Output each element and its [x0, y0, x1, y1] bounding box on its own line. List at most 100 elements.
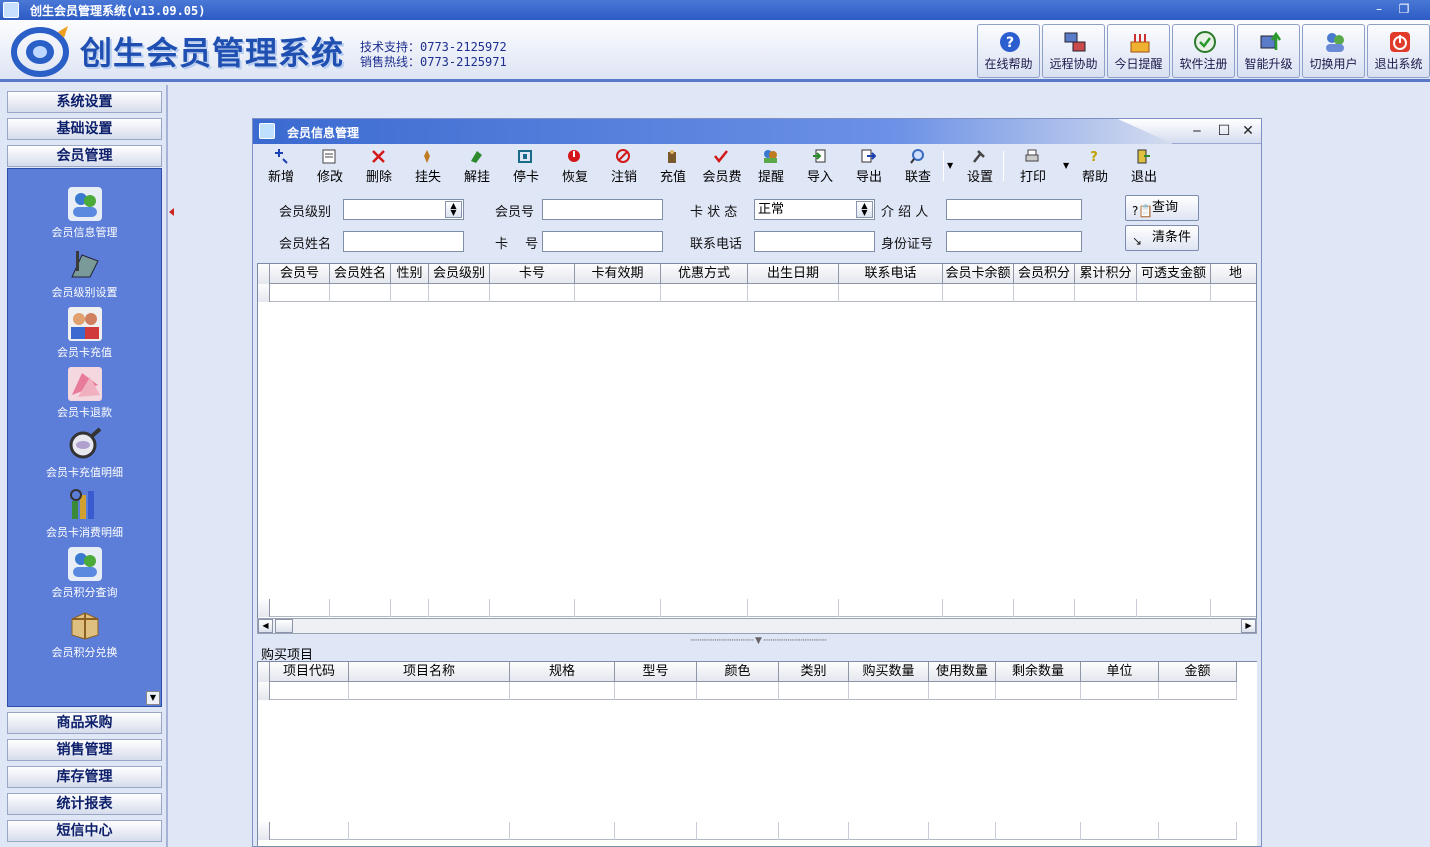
column-header[interactable]: 地: [1211, 264, 1256, 284]
toolbar-check-button[interactable]: 会员费: [698, 147, 746, 185]
column-header[interactable]: 会员积分: [1014, 264, 1075, 284]
table-cell[interactable]: [1014, 599, 1075, 617]
table-cell[interactable]: [330, 284, 391, 302]
table-cell[interactable]: [839, 599, 943, 617]
table-cell[interactable]: [575, 599, 661, 617]
table-cell[interactable]: [330, 599, 391, 617]
column-header[interactable]: 可透支金额: [1137, 264, 1211, 284]
toolbar-add-button[interactable]: 新增: [257, 147, 305, 185]
column-header[interactable]: 型号: [615, 662, 697, 682]
table-cell[interactable]: [849, 822, 929, 840]
column-header[interactable]: 优惠方式: [661, 264, 748, 284]
column-header[interactable]: 剩余数量: [996, 662, 1081, 682]
table-row[interactable]: [258, 284, 1256, 302]
query-button[interactable]: ?📋 查询: [1125, 195, 1199, 221]
table-cell[interactable]: [943, 599, 1014, 617]
table-cell[interactable]: [748, 284, 839, 302]
table-cell[interactable]: [270, 822, 349, 840]
column-header[interactable]: 颜色: [697, 662, 779, 682]
scroll-left-icon[interactable]: ◀: [258, 619, 273, 633]
column-header[interactable]: 出生日期: [748, 264, 839, 284]
table-cell[interactable]: [929, 682, 996, 700]
toolbar-stop-card-button[interactable]: 停卡: [502, 147, 550, 185]
member-no-input[interactable]: [542, 199, 663, 220]
column-header[interactable]: 累计积分: [1075, 264, 1137, 284]
nav-item-points-exchange[interactable]: 会员积分兑换: [8, 607, 161, 663]
member-name-input[interactable]: [343, 231, 464, 252]
table-cell[interactable]: [510, 822, 615, 840]
table-cell[interactable]: [779, 682, 849, 700]
table-cell[interactable]: [1211, 284, 1256, 302]
table-cell[interactable]: [1159, 682, 1237, 700]
table-cell[interactable]: [1081, 682, 1159, 700]
nav-system-settings[interactable]: 系统设置: [7, 91, 162, 113]
table-cell[interactable]: [1211, 599, 1256, 617]
column-header[interactable]: 使用数量: [929, 662, 996, 682]
table-cell[interactable]: [697, 682, 779, 700]
smart-upgrade-button[interactable]: 智能升级: [1237, 24, 1300, 78]
nav-scroll-down-button[interactable]: ▼: [146, 691, 160, 705]
column-header[interactable]: 会员卡余额: [943, 264, 1014, 284]
table-cell[interactable]: [270, 599, 330, 617]
toolbar-delete-button[interactable]: 删除: [355, 147, 403, 185]
today-reminder-button[interactable]: 今日提醒: [1107, 24, 1170, 78]
table-cell[interactable]: [779, 822, 849, 840]
table-cell[interactable]: [349, 822, 510, 840]
column-header[interactable]: 单位: [1081, 662, 1159, 682]
table-cell[interactable]: [349, 682, 510, 700]
table-cell[interactable]: [615, 682, 697, 700]
table-cell[interactable]: [929, 822, 996, 840]
nav-item-recharge[interactable]: 会员卡充值: [8, 307, 161, 363]
table-cell[interactable]: [697, 822, 779, 840]
nav-item-consumption-detail[interactable]: 会员卡消费明细: [8, 487, 161, 543]
table-row[interactable]: [258, 682, 1237, 700]
nav-item-refund[interactable]: 会员卡退款: [8, 367, 161, 423]
nav-reports[interactable]: 统计报表: [7, 793, 162, 815]
member-grid-hscrollbar[interactable]: ◀ ▶: [257, 618, 1257, 634]
table-cell[interactable]: [490, 284, 575, 302]
nav-basic-settings[interactable]: 基础设置: [7, 118, 162, 140]
column-header[interactable]: 会员级别: [429, 264, 490, 284]
table-cell[interactable]: [748, 599, 839, 617]
table-cell[interactable]: [943, 284, 1014, 302]
exit-system-button[interactable]: 退出系统: [1367, 24, 1430, 78]
table-cell[interactable]: [1075, 284, 1137, 302]
table-cell[interactable]: [270, 682, 349, 700]
table-cell[interactable]: [996, 822, 1081, 840]
table-cell[interactable]: [490, 599, 575, 617]
column-header[interactable]: 联系电话: [839, 264, 943, 284]
table-cell[interactable]: [510, 682, 615, 700]
toolbar-unlock-button[interactable]: 解挂: [453, 147, 501, 185]
nav-item-level-settings[interactable]: 会员级别设置: [8, 247, 161, 303]
toolbar-charge-button[interactable]: 充值: [649, 147, 697, 185]
table-cell[interactable]: [1137, 599, 1211, 617]
nav-item-points-query[interactable]: 会员积分查询: [8, 547, 161, 603]
online-help-button[interactable]: ? 在线帮助: [977, 24, 1040, 78]
table-cell[interactable]: [391, 284, 429, 302]
member-grid[interactable]: 会员号 会员姓名 性别 会员级别 卡号 卡有效期 优惠方式 出生日期 联系电话 会员卡余额 会员积分…: [257, 263, 1257, 619]
column-header[interactable]: 金额: [1159, 662, 1237, 682]
child-maximize-button[interactable]: ☐: [1215, 123, 1233, 140]
table-cell[interactable]: [270, 284, 330, 302]
phone-input[interactable]: [754, 231, 875, 252]
column-header[interactable]: 会员号: [270, 264, 330, 284]
clear-conditions-button[interactable]: ↘ 清条件: [1125, 225, 1199, 251]
toolbar-help-button[interactable]: ? 帮助: [1071, 147, 1119, 185]
purchase-grid[interactable]: 项目代码 项目名称 规格 型号 颜色 类别 购买数量 使用数量 剩余数量 单位 金额: [257, 661, 1257, 847]
table-cell[interactable]: [1081, 822, 1159, 840]
nav-inventory[interactable]: 库存管理: [7, 766, 162, 788]
toolbar-import-button[interactable]: 导入: [796, 147, 844, 185]
table-cell[interactable]: [661, 599, 748, 617]
table-cell[interactable]: [429, 284, 490, 302]
child-close-button[interactable]: ✕: [1239, 123, 1257, 140]
table-cell[interactable]: [391, 599, 429, 617]
column-header[interactable]: 项目名称: [349, 662, 510, 682]
table-cell[interactable]: [839, 284, 943, 302]
column-header[interactable]: 卡号: [490, 264, 575, 284]
remote-assist-button[interactable]: 远程协助: [1042, 24, 1105, 78]
child-minimize-button[interactable]: ‒: [1188, 123, 1206, 140]
toolbar-settings-button[interactable]: 设置: [956, 147, 1004, 185]
toolbar-remind-button[interactable]: 提醒: [747, 147, 795, 185]
table-cell[interactable]: [1159, 822, 1237, 840]
toolbar-cancel-button[interactable]: 注销: [600, 147, 648, 185]
